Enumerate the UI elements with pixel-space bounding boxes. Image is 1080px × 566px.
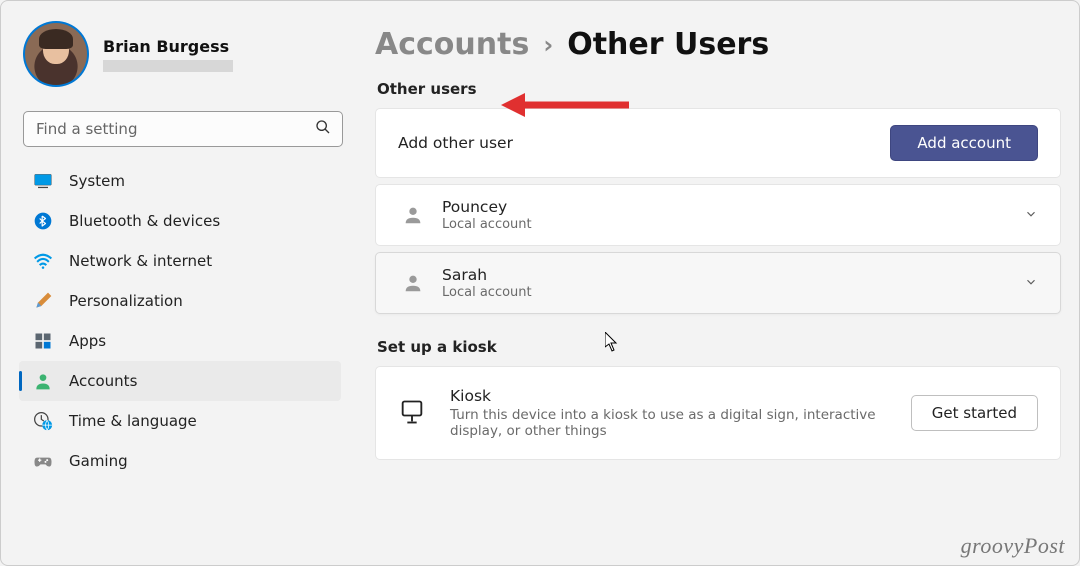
profile-block[interactable]: Brian Burgess bbox=[19, 23, 341, 85]
kiosk-heading: Set up a kiosk bbox=[377, 338, 1061, 356]
sidebar-item-personalization[interactable]: Personalization bbox=[19, 281, 341, 321]
add-other-user-label: Add other user bbox=[398, 134, 513, 152]
gamepad-icon bbox=[33, 451, 53, 471]
sidebar-item-gaming[interactable]: Gaming bbox=[19, 441, 341, 481]
profile-email-redacted bbox=[103, 60, 233, 72]
kiosk-text: Kiosk Turn this device into a kiosk to u… bbox=[450, 387, 889, 439]
sidebar-item-label: Accounts bbox=[69, 372, 137, 390]
kiosk-icon bbox=[398, 398, 428, 428]
add-other-user-card: Add other user Add account bbox=[375, 108, 1061, 178]
user-type: Local account bbox=[442, 217, 1006, 232]
avatar bbox=[25, 23, 87, 85]
chevron-down-icon bbox=[1024, 274, 1038, 293]
person-icon bbox=[402, 204, 424, 226]
kiosk-description: Turn this device into a kiosk to use as … bbox=[450, 407, 889, 439]
settings-window: Brian Burgess System Bluetooth & devi bbox=[0, 0, 1080, 566]
sidebar: Brian Burgess System Bluetooth & devi bbox=[1, 1, 351, 565]
watermark: groovyPost bbox=[961, 533, 1065, 559]
paintbrush-icon bbox=[33, 291, 53, 311]
sidebar-item-label: Apps bbox=[69, 332, 106, 350]
search-wrap bbox=[23, 111, 343, 147]
sidebar-item-label: System bbox=[69, 172, 125, 190]
sidebar-item-accounts[interactable]: Accounts bbox=[19, 361, 341, 401]
sidebar-item-time-language[interactable]: Time & language bbox=[19, 401, 341, 441]
sidebar-item-bluetooth[interactable]: Bluetooth & devices bbox=[19, 201, 341, 241]
profile-text: Brian Burgess bbox=[103, 37, 233, 72]
main-content: Accounts › Other Users Other users Add o… bbox=[375, 1, 1079, 565]
sidebar-item-network[interactable]: Network & internet bbox=[19, 241, 341, 281]
wifi-icon bbox=[33, 251, 53, 271]
user-text: Sarah Local account bbox=[442, 266, 1006, 300]
person-icon bbox=[402, 272, 424, 294]
user-row-pouncey[interactable]: Pouncey Local account bbox=[375, 184, 1061, 246]
sidebar-item-label: Network & internet bbox=[69, 252, 212, 270]
breadcrumb-current: Other Users bbox=[567, 27, 769, 62]
sidebar-item-label: Gaming bbox=[69, 452, 128, 470]
search-input[interactable] bbox=[23, 111, 343, 147]
clock-globe-icon bbox=[33, 411, 53, 431]
sidebar-item-label: Personalization bbox=[69, 292, 183, 310]
search-icon bbox=[315, 119, 331, 139]
user-row-sarah[interactable]: Sarah Local account bbox=[375, 252, 1061, 314]
get-started-button[interactable]: Get started bbox=[911, 395, 1038, 431]
other-users-heading: Other users bbox=[377, 80, 1061, 98]
kiosk-card: Kiosk Turn this device into a kiosk to u… bbox=[375, 366, 1061, 460]
breadcrumb: Accounts › Other Users bbox=[375, 27, 1061, 62]
bluetooth-icon bbox=[33, 211, 53, 231]
accounts-icon bbox=[33, 371, 53, 391]
annotation-arrow bbox=[501, 91, 631, 123]
add-account-button[interactable]: Add account bbox=[890, 125, 1038, 161]
kiosk-title: Kiosk bbox=[450, 387, 889, 405]
system-icon bbox=[33, 171, 53, 191]
user-name: Sarah bbox=[442, 266, 1006, 284]
apps-icon bbox=[33, 331, 53, 351]
user-text: Pouncey Local account bbox=[442, 198, 1006, 232]
nav-list: System Bluetooth & devices Network & int… bbox=[19, 161, 341, 481]
chevron-down-icon bbox=[1024, 206, 1038, 225]
sidebar-item-system[interactable]: System bbox=[19, 161, 341, 201]
user-type: Local account bbox=[442, 285, 1006, 300]
profile-name: Brian Burgess bbox=[103, 37, 233, 56]
sidebar-item-label: Time & language bbox=[69, 412, 197, 430]
sidebar-item-apps[interactable]: Apps bbox=[19, 321, 341, 361]
sidebar-item-label: Bluetooth & devices bbox=[69, 212, 220, 230]
breadcrumb-parent[interactable]: Accounts bbox=[375, 27, 529, 62]
chevron-right-icon: › bbox=[543, 31, 553, 59]
user-name: Pouncey bbox=[442, 198, 1006, 216]
